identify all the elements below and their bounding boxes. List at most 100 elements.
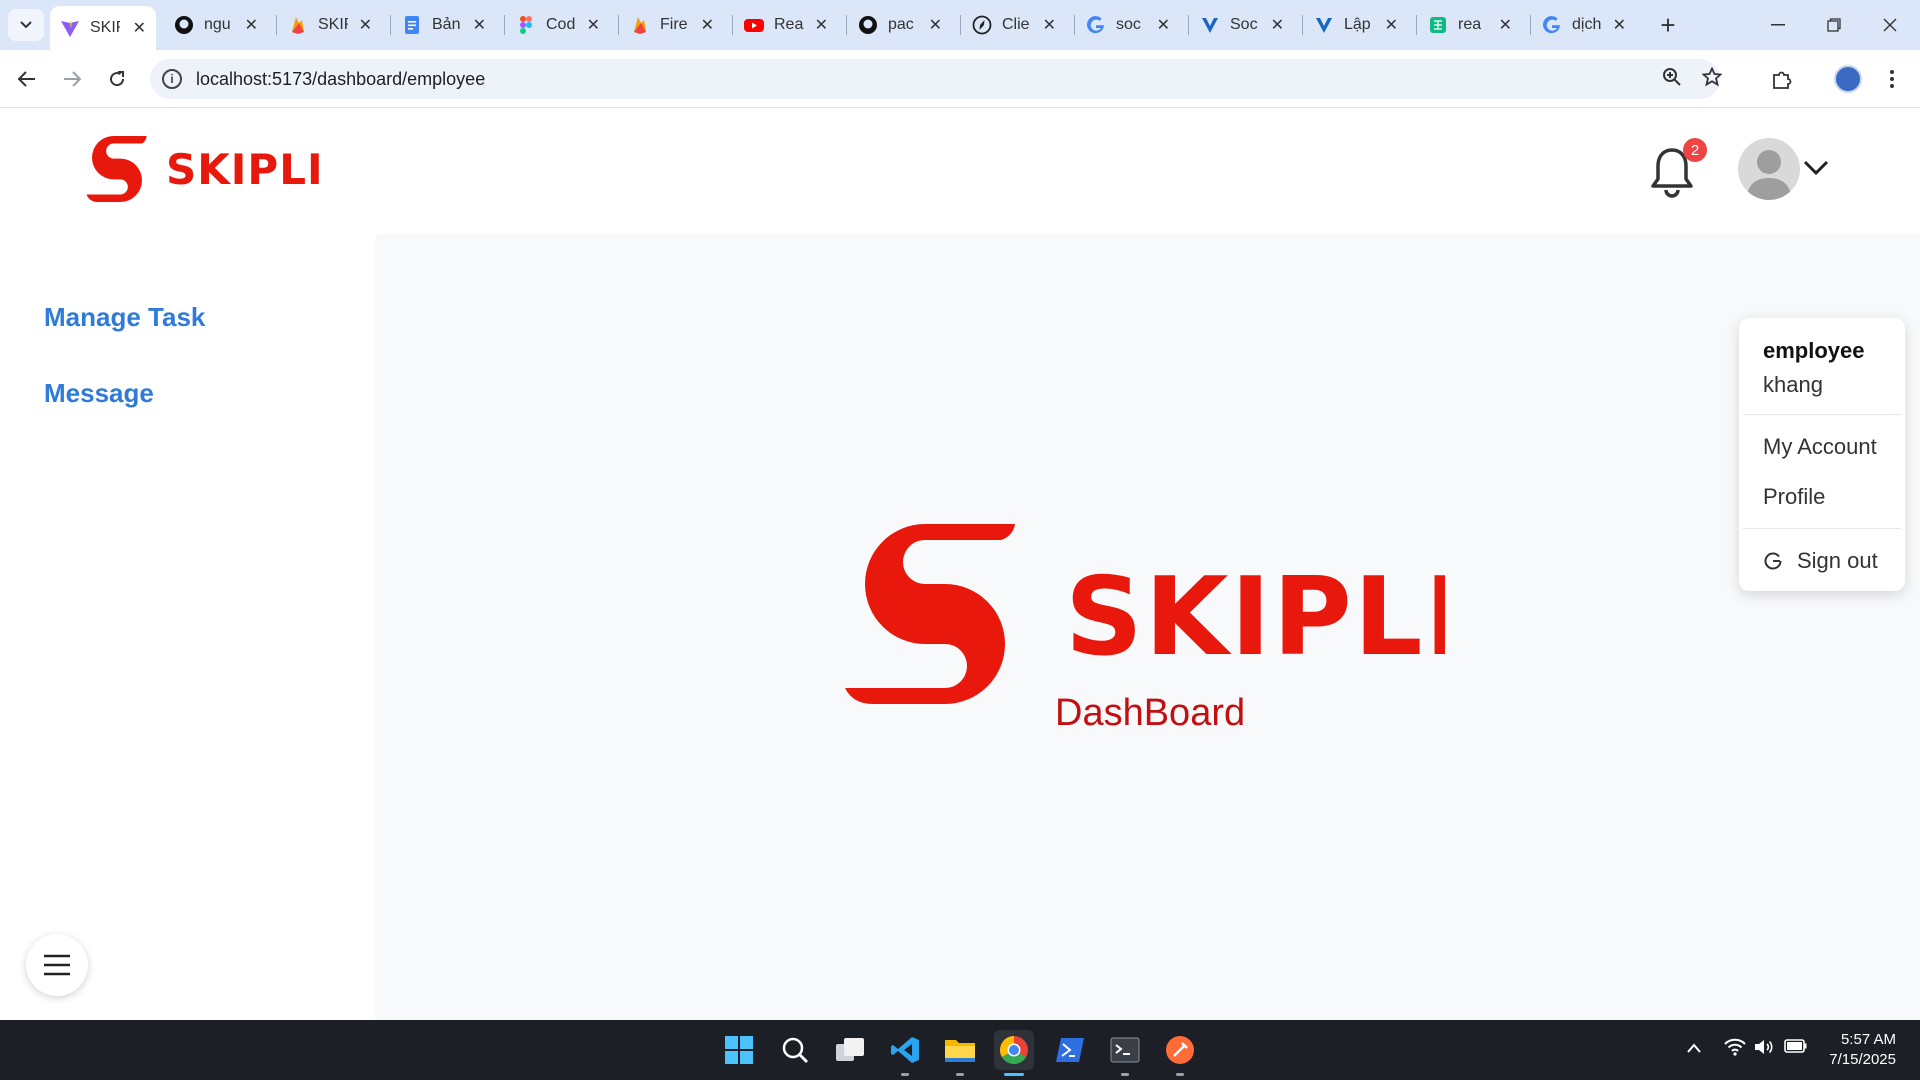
close-icon[interactable]: ✕ — [359, 15, 372, 35]
tab-label: ngu — [204, 16, 231, 33]
compass-icon — [972, 15, 992, 35]
chevron-down-icon[interactable] — [1802, 158, 1830, 178]
reload-button[interactable] — [101, 63, 133, 95]
sign-out-menu-item[interactable]: Sign out — [1763, 548, 1878, 574]
sidebar-item-message[interactable]: Message — [44, 378, 154, 409]
terminal-taskbar-app[interactable] — [1105, 1030, 1145, 1076]
extensions-icon[interactable] — [1766, 63, 1798, 95]
browser-tab[interactable]: Cod ✕ — [506, 6, 610, 44]
close-icon[interactable]: ✕ — [245, 15, 258, 35]
browser-tab[interactable]: Rea ✕ — [734, 6, 838, 44]
profile-menu-item[interactable]: Profile — [1763, 484, 1825, 510]
tab-label: SKIP — [90, 19, 120, 36]
start-button[interactable] — [719, 1030, 759, 1070]
tab-label: Rea — [774, 16, 804, 33]
back-button[interactable] — [11, 63, 43, 95]
zoom-icon[interactable] — [1662, 67, 1682, 93]
docs-icon — [402, 15, 422, 35]
close-icon[interactable]: ✕ — [815, 15, 828, 35]
vscode-icon — [891, 1037, 919, 1063]
tab-label: Soc — [1230, 16, 1258, 33]
header-logo[interactable]: SKIPLI — [86, 136, 324, 202]
system-clock[interactable]: 5:57 AM 7/15/2025 — [1816, 1030, 1896, 1070]
volume-icon[interactable] — [1754, 1038, 1776, 1061]
search-icon — [782, 1037, 808, 1063]
close-icon[interactable]: ✕ — [701, 15, 714, 35]
sheets-icon — [1428, 15, 1448, 35]
tab-separator — [846, 15, 847, 35]
github-icon — [174, 15, 194, 35]
skipli-s-logo-icon — [845, 524, 1015, 704]
tab-label: Clie — [1002, 16, 1030, 33]
search-button[interactable] — [775, 1030, 815, 1070]
my-account-menu-item[interactable]: My Account — [1763, 434, 1877, 460]
tab-separator — [732, 15, 733, 35]
user-avatar[interactable] — [1738, 138, 1800, 200]
close-icon[interactable]: ✕ — [587, 15, 600, 35]
browser-tab[interactable]: dịch ✕ — [1532, 6, 1636, 44]
close-icon[interactable]: ✕ — [473, 15, 486, 35]
forward-button[interactable] — [56, 63, 88, 95]
skipli-s-logo-icon — [86, 136, 147, 202]
browser-profile-avatar[interactable] — [1834, 65, 1862, 93]
close-icon[interactable]: ✕ — [133, 18, 146, 38]
menu-toggle-button[interactable] — [26, 934, 88, 996]
close-window-button[interactable] — [1862, 0, 1918, 50]
minimize-button[interactable] — [1750, 0, 1806, 50]
close-icon[interactable]: ✕ — [1499, 15, 1512, 35]
windows-taskbar: 5:57 AM 7/15/2025 — [0, 1020, 1920, 1080]
new-tab-button[interactable]: + — [1652, 9, 1684, 41]
browser-tab[interactable]: soc ✕ — [1076, 6, 1180, 44]
address-bar[interactable]: i localhost:5173/dashboard/employee — [150, 59, 1723, 99]
powershell-taskbar-app[interactable] — [1050, 1030, 1090, 1070]
chrome-taskbar-app[interactable] — [994, 1030, 1034, 1076]
firebase-icon — [630, 15, 650, 35]
url-text[interactable]: localhost:5173/dashboard/employee — [196, 69, 485, 90]
close-icon[interactable]: ✕ — [1385, 15, 1398, 35]
close-icon[interactable]: ✕ — [1043, 15, 1056, 35]
dashboard-content: SKIPLI DashBoard — [375, 234, 1920, 1020]
firebase-icon — [288, 15, 308, 35]
info-icon[interactable]: i — [162, 69, 182, 89]
close-icon[interactable]: ✕ — [1271, 15, 1284, 35]
close-icon[interactable]: ✕ — [1613, 15, 1626, 35]
browser-tab[interactable]: Clie ✕ — [962, 6, 1066, 44]
postman-taskbar-app[interactable] — [1160, 1030, 1200, 1076]
tab-label: Cod — [546, 16, 576, 33]
folder-icon — [945, 1040, 975, 1062]
brand-name: SKIPLI — [166, 144, 324, 194]
github-icon — [858, 15, 878, 35]
tab-label: pac — [888, 16, 914, 33]
browser-tab[interactable]: SKIP ✕ — [278, 6, 382, 44]
browser-tab[interactable]: Bản ✕ — [392, 6, 496, 44]
browser-tab[interactable]: pac ✕ — [848, 6, 952, 44]
bookmark-star-icon[interactable] — [1701, 66, 1723, 93]
browser-tab[interactable]: Soc ✕ — [1190, 6, 1294, 44]
close-icon[interactable]: ✕ — [1157, 15, 1170, 35]
more-vertical-icon[interactable] — [1876, 63, 1908, 95]
wifi-icon[interactable] — [1724, 1038, 1746, 1061]
tab-search-button[interactable] — [8, 9, 44, 41]
restore-button[interactable] — [1806, 0, 1862, 50]
running-indicator — [956, 1073, 964, 1076]
vscode-taskbar-app[interactable] — [885, 1030, 925, 1076]
clock-time: 5:57 AM — [1840, 1031, 1896, 1048]
browser-tab[interactable]: Fire ✕ — [620, 6, 724, 44]
running-indicator — [1004, 1073, 1024, 1076]
browser-tab[interactable]: ngu ✕ — [164, 6, 268, 44]
browser-tab[interactable]: SKIP ✕ — [50, 6, 156, 50]
battery-icon[interactable] — [1784, 1038, 1808, 1059]
file-explorer-taskbar-app[interactable] — [940, 1030, 980, 1076]
sidebar-item-manage-task[interactable]: Manage Task — [44, 302, 205, 333]
tab-separator — [1074, 15, 1075, 35]
close-icon[interactable]: ✕ — [929, 15, 942, 35]
tab-separator — [1416, 15, 1417, 35]
chevron-up-icon[interactable] — [1686, 1038, 1702, 1059]
browser-tab[interactable]: rea ✕ — [1418, 6, 1522, 44]
powershell-icon — [1056, 1038, 1084, 1062]
task-view-button[interactable] — [830, 1030, 870, 1070]
tab-label: soc — [1116, 16, 1141, 33]
tab-label: SKIP — [318, 16, 348, 33]
browser-tab[interactable]: Lập ✕ — [1304, 6, 1408, 44]
dashboard-title: DashBoard — [1055, 692, 1246, 734]
